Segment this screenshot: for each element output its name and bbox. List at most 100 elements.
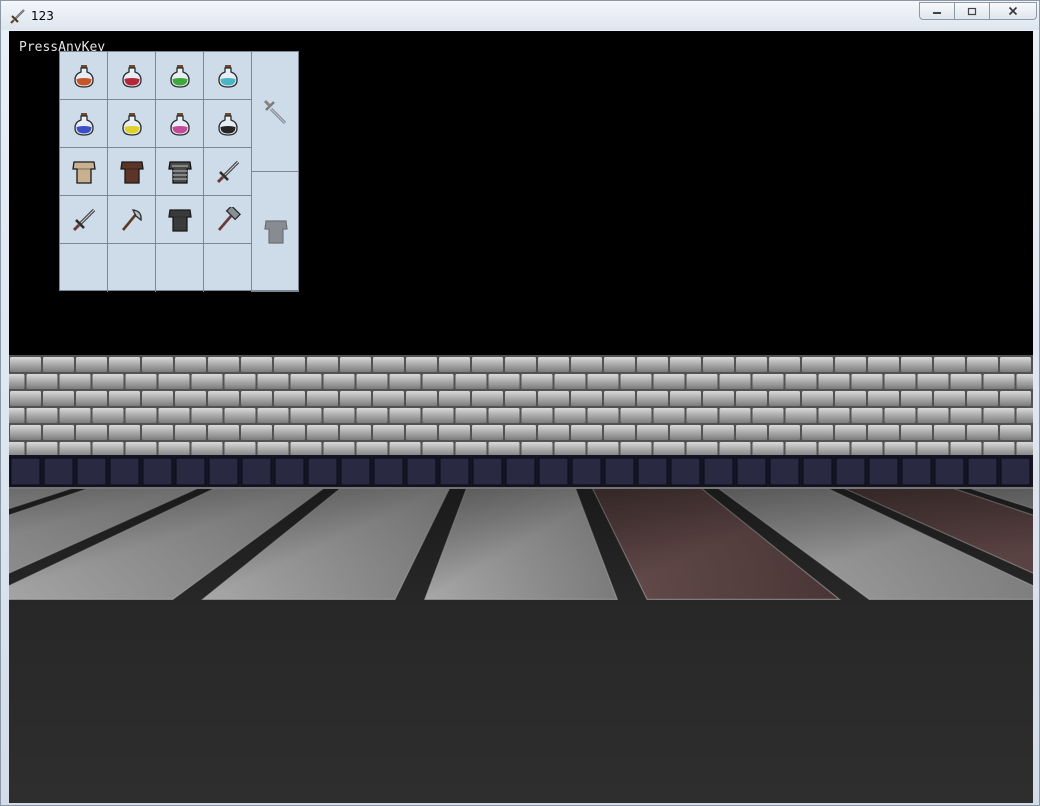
sword-icon xyxy=(72,208,95,231)
baseboard-panel xyxy=(835,457,866,486)
wall-brick xyxy=(785,408,817,423)
wall-brick xyxy=(967,391,998,406)
wall-brick xyxy=(59,442,91,457)
wall-brick xyxy=(109,357,140,372)
inventory-slot[interactable] xyxy=(156,100,204,148)
inventory-slot[interactable] xyxy=(60,148,108,196)
wall-brick xyxy=(653,442,685,457)
inventory-slot[interactable] xyxy=(156,196,204,244)
close-button[interactable] xyxy=(989,2,1037,20)
wall-brick xyxy=(455,374,487,389)
wall-brick xyxy=(604,391,635,406)
baseboard-panel xyxy=(406,457,437,486)
sword-icon xyxy=(10,9,25,24)
baseboard-panel xyxy=(637,457,668,486)
wall-brick xyxy=(604,425,635,440)
wall-brick xyxy=(653,408,685,423)
wall-brick xyxy=(290,374,322,389)
inventory-slot[interactable] xyxy=(204,244,252,292)
potion-icon xyxy=(121,64,142,88)
wall-brick xyxy=(769,425,800,440)
wall-brick xyxy=(43,357,74,372)
inventory-slot[interactable] xyxy=(60,52,108,100)
inventory-slot[interactable] xyxy=(108,196,156,244)
wall-brick xyxy=(488,408,520,423)
wall-brick xyxy=(604,357,635,372)
wall-brick xyxy=(917,442,949,457)
inventory-slot[interactable] xyxy=(60,244,108,292)
wall-brick xyxy=(802,425,833,440)
wall-brick xyxy=(752,408,784,423)
wall-brick xyxy=(851,408,883,423)
inventory-slot[interactable] xyxy=(156,148,204,196)
inventory-slot[interactable] xyxy=(156,244,204,292)
wall-brick xyxy=(983,408,1015,423)
baseboard-panel xyxy=(901,457,932,486)
wall-brick xyxy=(455,442,487,457)
wall-brick xyxy=(620,374,652,389)
maximize-button[interactable] xyxy=(954,2,990,20)
inventory-slot[interactable] xyxy=(60,100,108,148)
wall-brick xyxy=(950,374,982,389)
wall-brick xyxy=(472,391,503,406)
baseboard-panel xyxy=(604,457,635,486)
wall-brick xyxy=(59,408,91,423)
inventory-slot[interactable] xyxy=(60,196,108,244)
wall-brick xyxy=(406,425,437,440)
equip-slot-weapon[interactable] xyxy=(252,52,299,172)
wall-brick xyxy=(1000,391,1031,406)
equip-slot-armor[interactable] xyxy=(252,172,299,292)
wall-brick xyxy=(818,408,850,423)
game-viewport[interactable]: PressAnyKey xyxy=(9,31,1033,803)
title-bar[interactable]: 123 xyxy=(1,1,1039,30)
wall-brick xyxy=(43,391,74,406)
wall-brick xyxy=(521,442,553,457)
wall-brick xyxy=(752,374,784,389)
wall-brick xyxy=(26,442,58,457)
baseboard-panel xyxy=(439,457,470,486)
wall-brick xyxy=(868,357,899,372)
inventory-slot[interactable] xyxy=(204,196,252,244)
potion-icon xyxy=(121,112,142,136)
wall-brick xyxy=(356,408,388,423)
wall-brick xyxy=(554,408,586,423)
wall-brick xyxy=(620,408,652,423)
wall-brick xyxy=(125,442,157,457)
inventory-slot[interactable] xyxy=(204,100,252,148)
wall-brick xyxy=(10,357,41,372)
wall-brick xyxy=(752,442,784,457)
inventory-slot[interactable] xyxy=(108,52,156,100)
tunic-icon xyxy=(119,160,144,184)
wall-brick xyxy=(1000,357,1031,372)
wall-brick xyxy=(868,391,899,406)
inventory-slot[interactable] xyxy=(204,52,252,100)
inventory-slot[interactable] xyxy=(156,52,204,100)
baseboard-panel xyxy=(571,457,602,486)
wall-brick xyxy=(934,357,965,372)
baseboard-panel xyxy=(472,457,503,486)
wall-brick xyxy=(967,357,998,372)
wall-brick xyxy=(488,374,520,389)
inventory-slot[interactable] xyxy=(108,244,156,292)
wall-brick xyxy=(653,374,685,389)
baseboard-panel xyxy=(76,457,107,486)
potion-icon xyxy=(73,64,94,88)
wall-brick xyxy=(340,425,371,440)
wall-brick xyxy=(554,442,586,457)
wall-brick xyxy=(983,374,1015,389)
wall-brick xyxy=(274,357,305,372)
wall-brick xyxy=(307,425,338,440)
wall-brick xyxy=(769,391,800,406)
wall-brick xyxy=(323,442,355,457)
minimize-button[interactable] xyxy=(919,2,955,20)
wall-brick xyxy=(488,442,520,457)
wall-brick xyxy=(538,391,569,406)
hammer-icon xyxy=(217,206,241,231)
wall-brick xyxy=(637,425,668,440)
inventory-slot[interactable] xyxy=(108,148,156,196)
axe-icon xyxy=(121,208,142,231)
inventory-slot[interactable] xyxy=(108,100,156,148)
inventory-slot[interactable] xyxy=(204,148,252,196)
wall-brick xyxy=(257,408,289,423)
baseboard-panel xyxy=(505,457,536,486)
